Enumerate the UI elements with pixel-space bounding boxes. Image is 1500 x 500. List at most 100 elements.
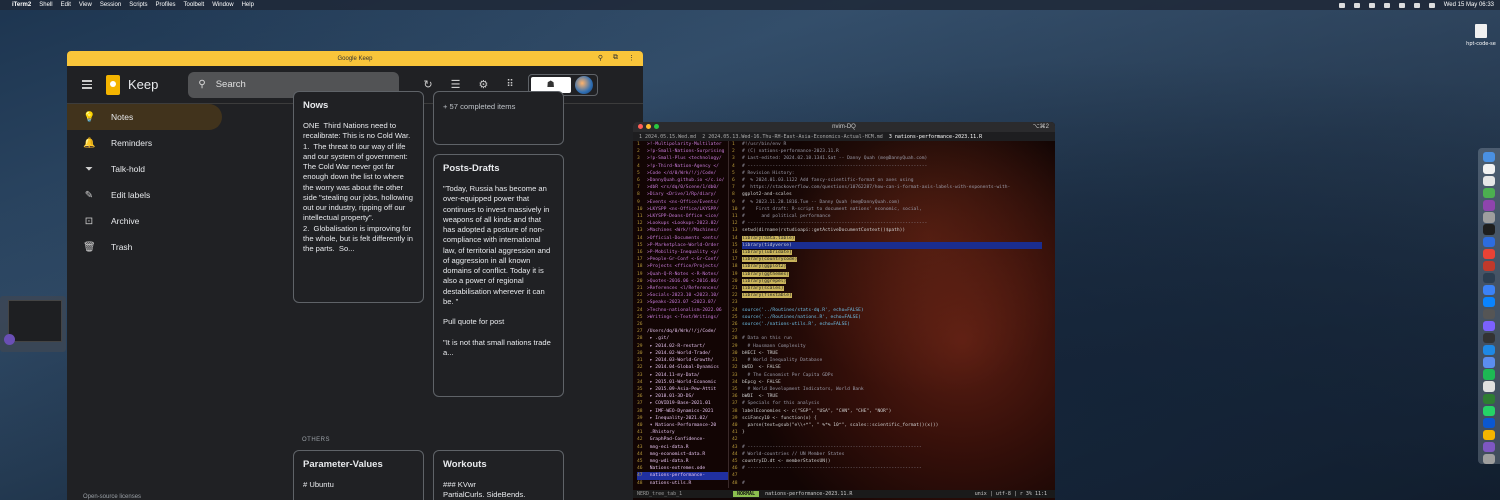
dock-app-icon[interactable] xyxy=(1483,345,1495,356)
tree-row[interactable]: 26 xyxy=(637,321,728,328)
note-card-nows[interactable]: Nows ONE Third Nations need to recalibra… xyxy=(293,91,424,303)
tree-row[interactable]: 33 ▸ 2014.11-my-Data/ xyxy=(637,372,728,379)
tree-row[interactable]: 30 ▸ 2014.02-World-Trade/ xyxy=(637,350,728,357)
tree-row[interactable]: 19 >Quah-Q-R-Notes <-R-Notes/ xyxy=(637,271,728,278)
main-menu-icon[interactable] xyxy=(82,78,92,91)
code-editor[interactable]: 1 #!/usr/bin/env R 2 # (C) nations-performa… xyxy=(729,141,1055,488)
avatar[interactable] xyxy=(574,75,593,94)
tree-row[interactable]: 41 .Rhistory xyxy=(637,429,728,436)
list-view-icon[interactable]: ☰ xyxy=(451,78,461,91)
tree-row[interactable]: 20 >Quotes-2016.06 <-2016.06/ xyxy=(637,278,728,285)
tree-row[interactable]: 3 >!p-Small-Plus <technology/ xyxy=(637,155,728,162)
tree-row[interactable]: 43 mng-eci-data.R xyxy=(637,444,728,451)
desktop-file[interactable]: hpt-code-se xyxy=(1462,24,1500,47)
dock-app-icon[interactable] xyxy=(1483,212,1495,223)
tree-row[interactable]: 14 >Official-Documents <ents/ xyxy=(637,235,728,242)
dock-app-icon[interactable] xyxy=(1483,429,1495,440)
tree-row[interactable]: 16 >P-Mobility-Inequality <y/ xyxy=(637,249,728,256)
tree-row[interactable]: 28 ▸ .git/ xyxy=(637,335,728,342)
battery-icon[interactable] xyxy=(1383,2,1390,8)
menu-shell[interactable]: Shell xyxy=(39,2,52,8)
file-tree[interactable]: 1 >!-Multipolarity-Multilater 2 >!p-Small-N… xyxy=(633,141,729,488)
tree-row[interactable]: 7 >dbR <rs/dq/0/Scene/1/db0/ xyxy=(637,184,728,191)
apps-grid-icon[interactable]: ⠿ xyxy=(506,79,513,90)
sidebar-item-trash[interactable]: 🗑 Trash xyxy=(67,234,222,260)
menu-profiles[interactable]: Profiles xyxy=(156,2,176,8)
dock-app-icon[interactable] xyxy=(1483,164,1495,175)
close-icon[interactable] xyxy=(638,124,643,129)
tree-row[interactable]: 15 >P-Marketplace-World-Order xyxy=(637,242,728,249)
tree-row[interactable]: 32 ▸ 2014.04-Global-Dynamics xyxy=(637,364,728,371)
dock-app-icon[interactable] xyxy=(1483,321,1495,332)
dock-app-icon[interactable] xyxy=(1483,188,1495,199)
tree-row[interactable]: 24 >Techno-nationalism-2022.06 xyxy=(637,307,728,314)
sidebar-item-notes[interactable]: 💡 Notes xyxy=(67,104,222,130)
tree-row[interactable]: 39 ▸ Inequality-2021.02/ xyxy=(637,415,728,422)
tree-row[interactable]: 9 >Events <ns-Office/Events/ xyxy=(637,199,728,206)
open-source-link[interactable]: Open-source licenses xyxy=(83,494,141,500)
status-icon-3[interactable] xyxy=(1368,2,1375,8)
menu-toolbelt[interactable]: Toolbelt xyxy=(184,2,205,8)
dock-app-icon[interactable] xyxy=(1483,369,1495,380)
tree-row[interactable]: 12 >Lookups <Lookups-2023.02/ xyxy=(637,220,728,227)
note-card-workouts[interactable]: Workouts ### KVwr PartialCurls. SideBend… xyxy=(433,450,564,500)
dock-app-icon[interactable] xyxy=(1483,296,1495,308)
dock-app-icon[interactable] xyxy=(1483,381,1495,392)
menu-view[interactable]: View xyxy=(79,2,92,8)
tree-row[interactable]: 23 >Speaks-2023.07 <2023.07/ xyxy=(637,299,728,306)
sidebar-item-archive[interactable]: ⊡ Archive xyxy=(67,208,222,234)
tree-row[interactable]: 13 >Machines <Wrk/!/Machines/ xyxy=(637,227,728,234)
dock-app-icon[interactable] xyxy=(1483,200,1495,211)
tree-row[interactable]: 4 >!p-Third-Nation-Agency </ xyxy=(637,163,728,170)
dock-app-icon[interactable] xyxy=(1483,272,1495,283)
tree-row[interactable]: 45 mng-wdi-data.R xyxy=(637,458,728,465)
tree-row[interactable]: 47 nations-performance- xyxy=(637,472,728,480)
tree-row[interactable]: 48 nations-utils.R xyxy=(637,480,728,487)
menu-session[interactable]: Session xyxy=(100,2,121,8)
dock-app-icon[interactable] xyxy=(1483,260,1495,271)
note-card-parameter-values[interactable]: Parameter-Values # Ubuntu xyxy=(293,450,424,500)
tree-row[interactable]: 35 ▸ 2015.09-Asia-Pew-Attit xyxy=(637,386,728,393)
note-card-completed[interactable]: + 57 completed items xyxy=(433,91,564,145)
tree-row[interactable]: 1 >!-Multipolarity-Multilater xyxy=(637,141,728,148)
tree-row[interactable]: 38 ▸ IMF-WEO-Dynamics-2021 xyxy=(637,408,728,415)
tree-row[interactable]: 18 >Projects <ffice/Projects/ xyxy=(637,263,728,270)
dock-app-icon[interactable] xyxy=(1483,357,1495,368)
dock-app-icon[interactable] xyxy=(1483,284,1495,296)
sidebar-item-reminders[interactable]: 🔔 Reminders xyxy=(67,130,222,156)
tree-row[interactable]: 37 ▸ COVID19-Base-2021.01 xyxy=(637,400,728,407)
tree-row[interactable]: 2 >!p-Small-Nations-Surprising xyxy=(637,148,728,155)
note-card-posts-drafts[interactable]: Posts-Drafts "Today, Russia has become a… xyxy=(433,154,564,397)
tree-row[interactable]: 8 >Diary <Drive/1/Rp/diary/ xyxy=(637,191,728,198)
refresh-icon[interactable]: ↻ xyxy=(423,78,432,91)
clock[interactable]: Wed 15 May 06:33 xyxy=(1444,2,1494,8)
tree-row[interactable]: 5 >Code </d/0/Wrk/!/j/Code/ xyxy=(637,170,728,177)
tree-row[interactable]: 10 >LKYSPP <ns-Office/LKYSPP/ xyxy=(637,206,728,213)
window-thumbnail[interactable] xyxy=(0,296,66,352)
completed-items[interactable]: + 57 completed items xyxy=(443,102,554,111)
menu-window[interactable]: Window xyxy=(212,2,233,8)
tree-row[interactable]: 25 >Writings <-Text/Writings/ xyxy=(637,314,728,321)
tree-row[interactable]: 6 >DannyQuah.github.io </c.io/ xyxy=(637,177,728,184)
wifi-icon[interactable] xyxy=(1398,2,1405,8)
tree-row[interactable]: 42 GraphPad-Confidence- xyxy=(637,436,728,443)
tree-row[interactable]: 21 >References <l/References/ xyxy=(637,285,728,292)
buffer-tab[interactable]: 2 2024.05.13.Wed-16.Thu-RH-East-Asia-Eco… xyxy=(702,134,883,140)
status-icon-1[interactable] xyxy=(1338,2,1345,8)
menu-help[interactable]: Help xyxy=(242,2,254,8)
dock-app-icon[interactable] xyxy=(1483,236,1495,247)
tree-row[interactable]: 46 Nations-extremes.ode xyxy=(637,465,728,472)
dock-app-icon[interactable] xyxy=(1483,333,1495,344)
minimize-icon[interactable] xyxy=(646,124,651,129)
dock-app-icon[interactable] xyxy=(1483,248,1495,259)
dock-app-icon[interactable] xyxy=(1483,224,1495,235)
menu-scripts[interactable]: Scripts xyxy=(129,2,147,8)
zoom-icon[interactable]: ⚲ xyxy=(598,54,603,62)
tree-row[interactable]: 34 ▸ 2015.01-World-Economic xyxy=(637,379,728,386)
dock-app-icon[interactable] xyxy=(1483,417,1495,428)
maximize-icon[interactable] xyxy=(654,124,659,129)
tree-row[interactable]: 36 ▸ 2018.01-3D-DS/ xyxy=(637,393,728,400)
dock-app-icon[interactable] xyxy=(1483,441,1495,453)
tree-row[interactable]: 31 ▸ 2014.03-World-Growth/ xyxy=(637,357,728,364)
dock-app-icon[interactable] xyxy=(1483,152,1495,163)
